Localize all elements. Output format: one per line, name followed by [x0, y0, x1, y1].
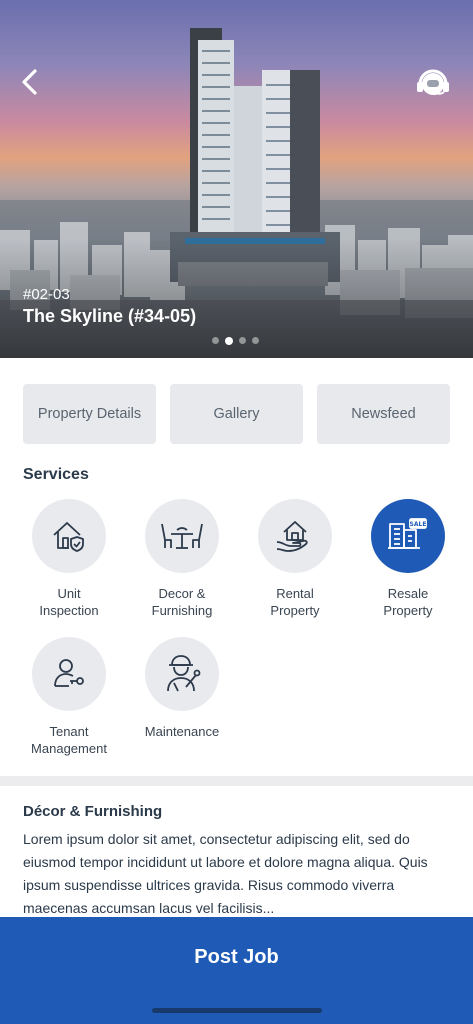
chevron-left-icon	[22, 69, 37, 95]
carousel-dot[interactable]	[212, 337, 219, 344]
support-agent-icon	[417, 69, 449, 96]
post-job-label[interactable]: Post Job	[0, 946, 473, 969]
hand-house-icon	[276, 521, 308, 552]
home-indicator[interactable]	[152, 1008, 322, 1013]
service-icon-circle	[32, 637, 106, 711]
service-label: Decor & Furnishing	[151, 586, 213, 618]
service-label: Resale Property	[383, 586, 433, 618]
service-label: Maintenance	[144, 724, 220, 739]
service-rental-property[interactable]: Rental Property	[240, 499, 350, 619]
tab-gallery[interactable]: Gallery	[170, 384, 303, 444]
carousel-indicator[interactable]	[212, 336, 259, 345]
property-tabs: Property Details Gallery Newsfeed	[23, 384, 450, 444]
service-unit-inspection[interactable]: Unit Inspection	[14, 499, 124, 619]
carousel-dot-active[interactable]	[225, 336, 233, 345]
service-label: Unit Inspection	[39, 586, 99, 618]
svg-text:SALE: SALE	[410, 521, 427, 528]
carousel-dot[interactable]	[252, 337, 259, 344]
carousel-dot[interactable]	[239, 337, 246, 344]
service-icon-circle	[32, 499, 106, 573]
support-button[interactable]	[414, 66, 452, 102]
service-tenant-management[interactable]: Tenant Management	[14, 637, 124, 757]
service-label: Tenant Management	[31, 724, 107, 756]
service-icon-circle	[145, 637, 219, 711]
service-resale-property[interactable]: SALE Resale Property	[353, 499, 463, 619]
service-icon-circle-active: SALE	[371, 499, 445, 573]
tab-newsfeed[interactable]: Newsfeed	[317, 384, 450, 444]
worker-tools-icon	[167, 655, 201, 692]
section-divider	[0, 776, 473, 786]
service-label: Rental Property	[270, 586, 320, 618]
property-name: The Skyline (#34-05)	[23, 306, 197, 326]
house-shield-icon	[53, 522, 84, 552]
person-key-icon	[54, 659, 84, 687]
building-sale-icon: SALE	[388, 518, 427, 549]
description-body: Lorem ipsum dolor sit amet, consectetur …	[23, 831, 428, 916]
hero-image[interactable]: #02-03 The Skyline (#34-05)	[0, 0, 473, 358]
back-button[interactable]	[14, 64, 46, 100]
service-icon-circle	[258, 499, 332, 573]
unit-number: #02-03	[23, 286, 70, 303]
tab-property-details[interactable]: Property Details	[23, 384, 156, 444]
description-title: Décor & Furnishing	[23, 803, 163, 820]
service-decor-furnishing[interactable]: Decor & Furnishing	[127, 499, 237, 619]
dining-set-icon	[161, 523, 203, 549]
service-maintenance[interactable]: Maintenance	[127, 637, 237, 740]
services-title: Services	[23, 466, 89, 483]
service-icon-circle	[145, 499, 219, 573]
